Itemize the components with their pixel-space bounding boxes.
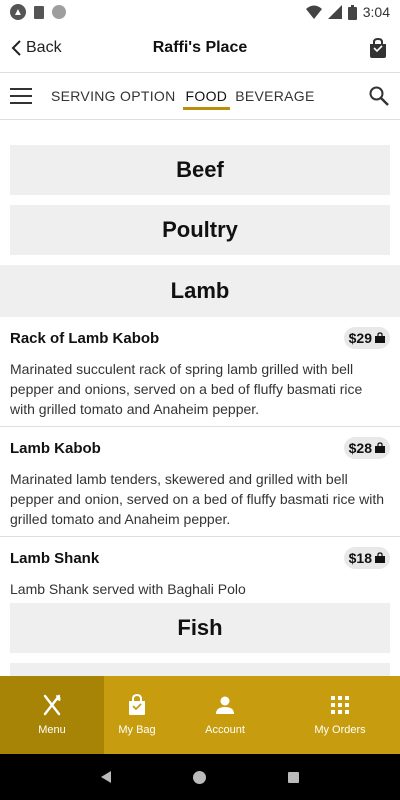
tab-beverage[interactable]: BEVERAGE bbox=[232, 73, 317, 119]
nav-menu[interactable]: Menu bbox=[0, 676, 104, 754]
menu-content: Beef Poultry Lamb Rack of Lamb Kabob $29… bbox=[0, 120, 400, 676]
tab-serving-option[interactable]: SERVING OPTION bbox=[48, 73, 179, 119]
nav-label: Menu bbox=[38, 724, 66, 736]
status-bar: ▲ 3:04 bbox=[0, 0, 400, 24]
notification-dot-icon bbox=[52, 5, 66, 19]
item-description: Marinated lamb tenders, skewered and gri… bbox=[10, 471, 385, 527]
shopping-bag-icon bbox=[370, 38, 386, 58]
section-fish[interactable]: Fish bbox=[10, 603, 390, 653]
fork-knife-icon bbox=[43, 694, 61, 716]
system-nav-bar bbox=[0, 754, 400, 800]
back-label: Back bbox=[26, 39, 62, 56]
nav-account[interactable]: Account bbox=[170, 676, 280, 754]
category-nav: SERVING OPTION FOOD BEVERAGE bbox=[0, 73, 400, 119]
item-price: $18 bbox=[348, 550, 372, 566]
menu-item[interactable]: Lamb Shank $18 Lamb Shank served with Ba… bbox=[0, 537, 400, 603]
section-next[interactable] bbox=[10, 663, 390, 676]
section-lamb[interactable]: Lamb bbox=[0, 265, 400, 317]
chevron-left-icon bbox=[11, 40, 21, 56]
menu-item[interactable]: Lamb Kabob $28 Marinated lamb tenders, s… bbox=[0, 427, 400, 537]
search-icon[interactable] bbox=[368, 85, 390, 107]
wifi-icon bbox=[305, 5, 322, 19]
nav-label: My Bag bbox=[118, 724, 156, 736]
category-tabs: SERVING OPTION FOOD BEVERAGE bbox=[48, 73, 318, 119]
tab-food[interactable]: FOOD bbox=[182, 73, 231, 119]
shopping-bag-button[interactable] bbox=[366, 36, 390, 60]
nav-label: My Orders bbox=[314, 724, 366, 736]
section-poultry[interactable]: Poultry bbox=[10, 205, 390, 255]
nav-my-bag[interactable]: My Bag bbox=[104, 676, 170, 754]
bag-icon bbox=[375, 442, 385, 453]
bag-icon bbox=[129, 694, 145, 715]
system-home-icon[interactable] bbox=[193, 770, 206, 784]
item-description: Lamb Shank served with Baghali Polo bbox=[10, 581, 246, 597]
signal-icon bbox=[327, 5, 342, 19]
bag-icon bbox=[375, 332, 385, 343]
back-button[interactable]: Back bbox=[10, 39, 62, 57]
grid-icon bbox=[331, 696, 349, 714]
item-name: Lamb Shank bbox=[10, 549, 100, 567]
add-to-bag-button[interactable]: $29 bbox=[343, 327, 390, 349]
person-icon bbox=[216, 696, 234, 714]
menu-item[interactable]: Rack of Lamb Kabob $29 Marinated succule… bbox=[0, 317, 400, 427]
app-bar: Back Raffi's Place bbox=[0, 24, 400, 72]
bottom-nav: Menu My Bag Account My Orders bbox=[0, 676, 400, 754]
app-notification-icon: ▲ bbox=[10, 4, 26, 20]
bag-icon bbox=[375, 552, 385, 563]
item-price: $28 bbox=[348, 440, 372, 456]
add-to-bag-button[interactable]: $28 bbox=[343, 437, 390, 459]
clock: 3:04 bbox=[362, 4, 390, 20]
section-beef[interactable]: Beef bbox=[10, 145, 390, 195]
item-name: Rack of Lamb Kabob bbox=[10, 329, 160, 347]
add-to-bag-button[interactable]: $18 bbox=[343, 547, 390, 569]
sd-card-icon bbox=[34, 5, 44, 19]
battery-icon bbox=[347, 4, 357, 20]
item-name: Lamb Kabob bbox=[10, 439, 101, 457]
nav-my-orders[interactable]: My Orders bbox=[280, 676, 400, 754]
system-recents-icon[interactable] bbox=[288, 771, 299, 783]
nav-label: Account bbox=[205, 724, 245, 736]
item-description: Marinated succulent rack of spring lamb … bbox=[10, 361, 363, 417]
system-back-icon[interactable] bbox=[101, 771, 111, 783]
menu-icon[interactable] bbox=[10, 88, 32, 104]
item-price: $29 bbox=[348, 330, 372, 346]
